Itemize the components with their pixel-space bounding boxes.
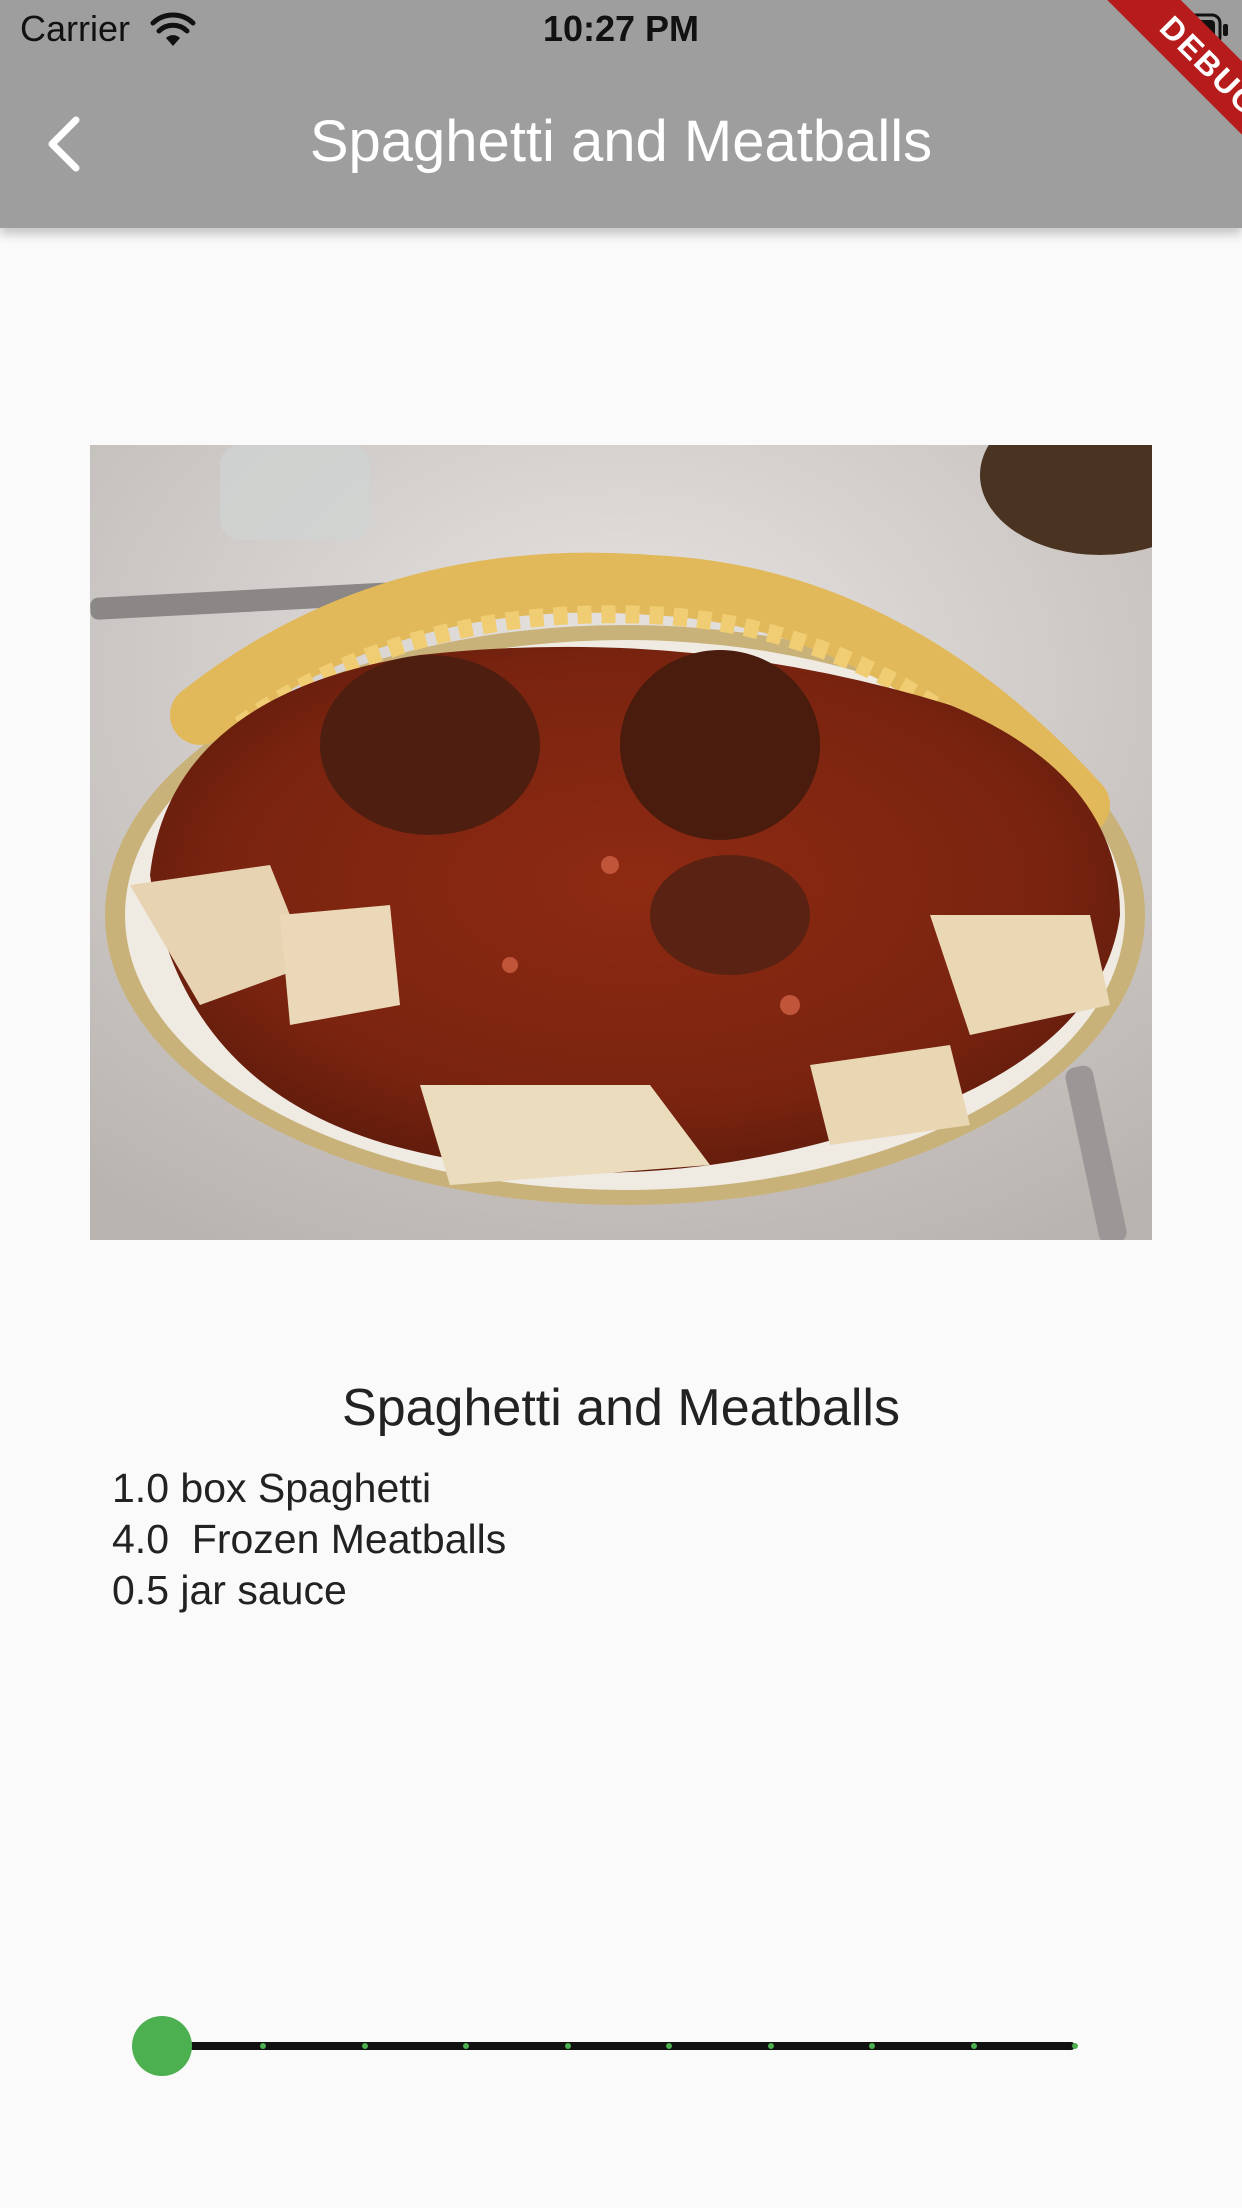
page-title: Spaghetti and Meatballs [309,109,933,174]
ingredient-list: 1.0 box Spaghetti 4.0 Frozen Meatballs 0… [112,1463,506,1616]
spaghetti-meatballs-picture [90,445,1152,1240]
slider-tick [767,2043,774,2049]
slider-tick [361,2043,368,2049]
recipe-title: Spaghetti and Meatballs [342,1379,900,1437]
slider-thumb[interactable] [132,2016,192,2076]
servings-slider[interactable] [130,2015,1085,2076]
app-bar: Carrier 10:27 PM Spaghetti and Meatballs [0,0,1242,228]
ingredient-item: 0.5 jar sauce [112,1567,347,1613]
ingredient-item: 1.0 box Spaghetti [112,1465,432,1511]
recipe-image [90,445,1152,1240]
recipe-detail-screen: Carrier 10:27 PM Spaghetti and Meatballs… [0,0,1242,2208]
status-time: 10:27 PM [542,8,700,49]
slider-tick [970,2043,977,2049]
slider-tick [1072,2043,1078,2049]
slider-track[interactable] [162,2042,1075,2050]
ingredient-item: 4.0 Frozen Meatballs [112,1516,507,1562]
slider-tick [564,2043,571,2049]
